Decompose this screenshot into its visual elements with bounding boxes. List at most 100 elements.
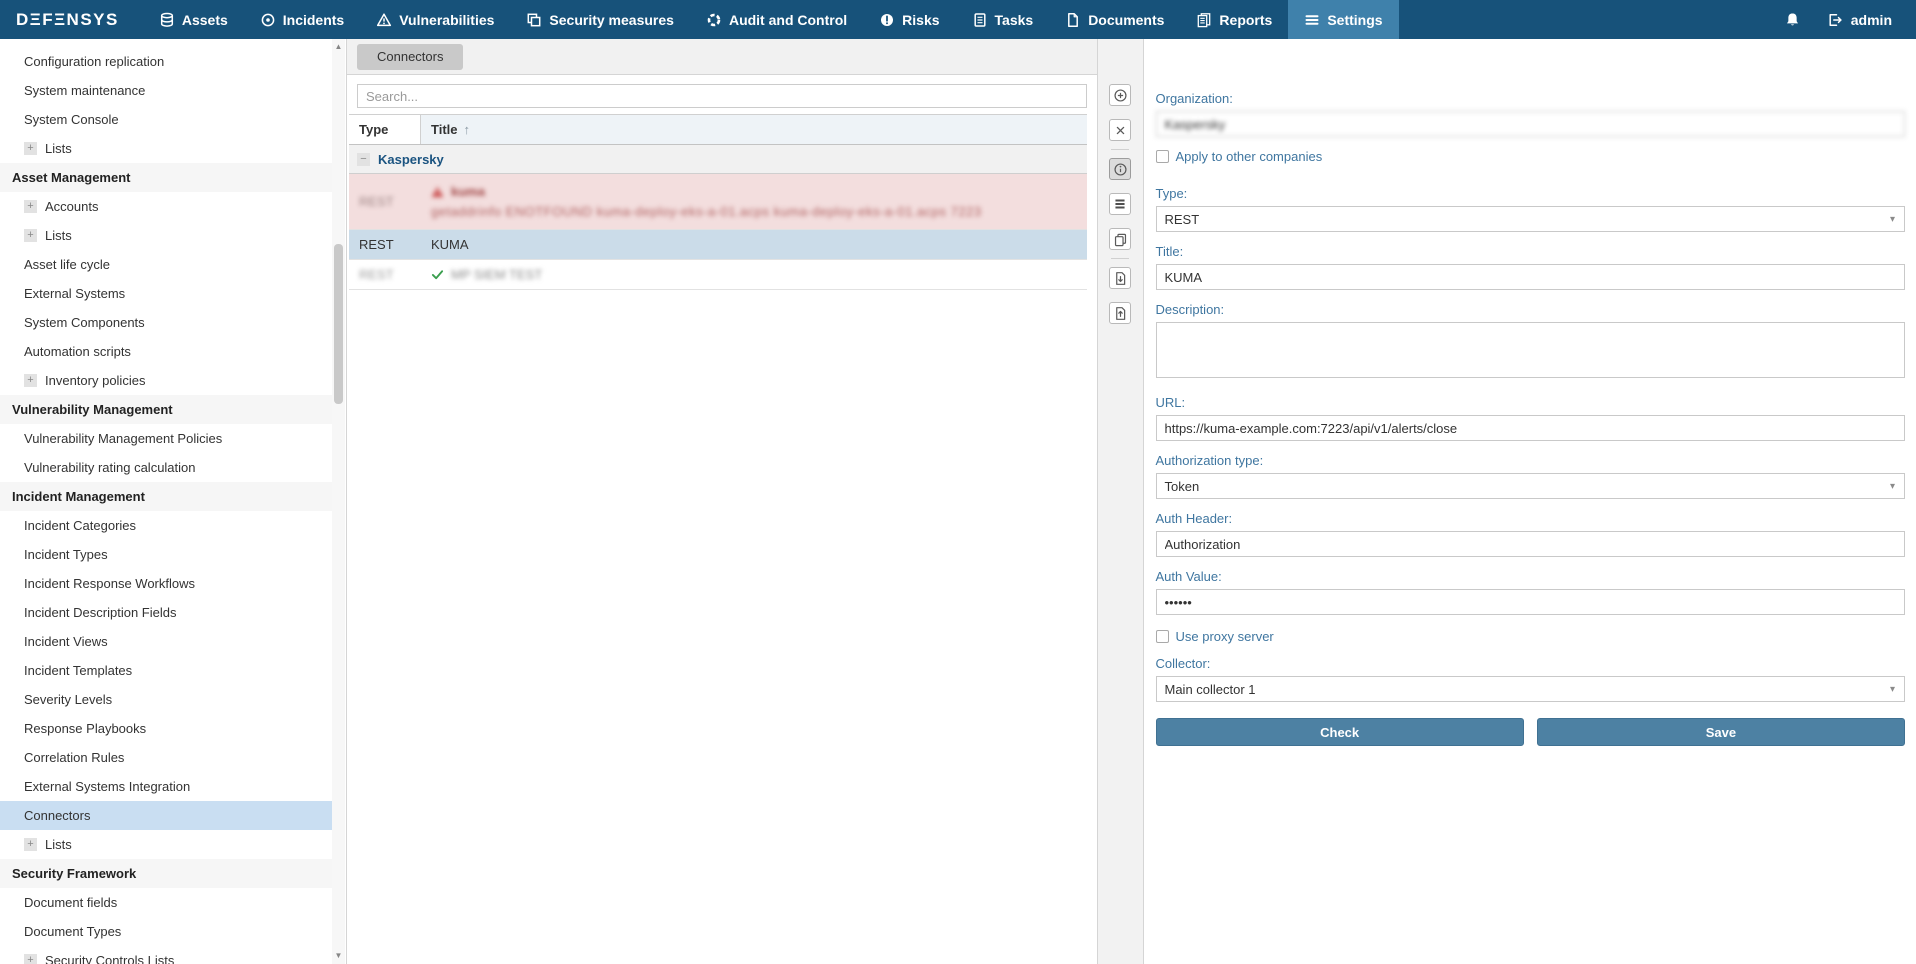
collector-select[interactable]: Main collector 1 ▾ — [1156, 676, 1906, 702]
scroll-down-icon[interactable]: ▼ — [332, 950, 345, 962]
expand-icon[interactable]: + — [24, 142, 37, 155]
nav-item-risks[interactable]: Risks — [863, 0, 955, 39]
sidebar-item-label: Document fields — [24, 895, 117, 910]
tab-bar: Connectors — [347, 39, 1097, 75]
sidebar-item-security-controls-lists[interactable]: + Security Controls Lists — [0, 946, 333, 964]
check-button[interactable]: Check — [1156, 718, 1524, 746]
sidebar-item-external-systems[interactable]: External Systems — [0, 279, 333, 308]
expand-icon[interactable]: + — [24, 954, 37, 964]
organization-field[interactable] — [1156, 111, 1906, 137]
export-button[interactable] — [1109, 267, 1131, 289]
collector-value: Main collector 1 — [1165, 682, 1256, 697]
nav-item-label: Risks — [902, 12, 939, 28]
scrollbar-thumb[interactable] — [334, 244, 343, 404]
nav-item-audit-and-control[interactable]: Audit and Control — [690, 0, 863, 39]
toolbar-separator — [1111, 258, 1129, 259]
list-button[interactable] — [1109, 193, 1131, 215]
expand-icon[interactable]: + — [24, 374, 37, 387]
type-select[interactable]: REST ▾ — [1156, 206, 1906, 232]
column-header-type[interactable]: Type — [349, 115, 421, 144]
sidebar-item-automation-scripts[interactable]: Automation scripts — [0, 337, 333, 366]
sidebar-item-system-console[interactable]: System Console — [0, 105, 333, 134]
search-input[interactable] — [357, 84, 1087, 108]
table-row-selected[interactable]: REST KUMA — [349, 230, 1087, 260]
nav-item-settings[interactable]: Settings — [1288, 0, 1398, 39]
sidebar-item-incident-categories[interactable]: Incident Categories — [0, 511, 333, 540]
nav-item-security-measures[interactable]: Security measures — [510, 0, 690, 39]
sidebar-item-correlation-rules[interactable]: Correlation Rules — [0, 743, 333, 772]
sidebar-item-external-systems-integration[interactable]: External Systems Integration — [0, 772, 333, 801]
auth-header-field[interactable] — [1156, 531, 1906, 557]
sidebar-item-response-playbooks[interactable]: Response Playbooks — [0, 714, 333, 743]
expand-icon[interactable]: + — [24, 200, 37, 213]
authorization-type-select[interactable]: Token ▾ — [1156, 473, 1906, 499]
sidebar-item-severity-levels[interactable]: Severity Levels — [0, 685, 333, 714]
nav-item-incidents[interactable]: Incidents — [244, 0, 360, 39]
sidebar-item-incident-types[interactable]: Incident Types — [0, 540, 333, 569]
connector-error-message: getaddrinfo ENOTFOUND kuma-deploy-eks-a-… — [431, 204, 982, 219]
nav-item-label: Audit and Control — [729, 12, 847, 28]
nav-item-vulnerabilities[interactable]: Vulnerabilities — [360, 0, 510, 39]
sidebar-item-lists[interactable]: +Lists — [0, 830, 333, 859]
column-header-title[interactable]: Title ↑ — [421, 115, 1087, 144]
bell-icon[interactable] — [1784, 11, 1801, 28]
sidebar-item-lists[interactable]: +Lists — [0, 221, 333, 250]
sidebar-item-document-types[interactable]: Document Types — [0, 917, 333, 946]
nav-item-label: Settings — [1327, 12, 1382, 28]
sidebar-item-lists[interactable]: +Lists — [0, 134, 333, 163]
table-group-kaspersky[interactable]: − Kaspersky — [349, 145, 1087, 174]
sidebar-item-vulnerability-management-policies[interactable]: Vulnerability Management Policies — [0, 424, 333, 453]
document-icon — [1065, 12, 1081, 28]
expand-icon[interactable]: + — [24, 229, 37, 242]
tab-connectors[interactable]: Connectors — [357, 44, 463, 70]
apply-to-other-companies-checkbox[interactable] — [1156, 150, 1169, 163]
sidebar-item-system-components[interactable]: System Components — [0, 308, 333, 337]
sidebar-item-inventory-policies[interactable]: +Inventory policies — [0, 366, 333, 395]
sidebar-item-system-maintenance[interactable]: System maintenance — [0, 76, 333, 105]
use-proxy-server-checkbox[interactable] — [1156, 630, 1169, 643]
sidebar-item-asset-life-cycle[interactable]: Asset life cycle — [0, 250, 333, 279]
sidebar-item-incident-views[interactable]: Incident Views — [0, 627, 333, 656]
table-row[interactable]: REST kuma getaddrinfo ENOTFOUND kuma-dep… — [349, 174, 1087, 230]
nav-item-documents[interactable]: Documents — [1049, 0, 1180, 39]
sidebar-scrollbar[interactable]: ▲ ▼ — [332, 39, 345, 964]
use-proxy-server-label: Use proxy server — [1176, 629, 1274, 644]
sidebar-section-incident-management: Incident Management — [0, 482, 333, 511]
nav-item-label: Tasks — [995, 12, 1034, 28]
sidebar-item-accounts[interactable]: +Accounts — [0, 192, 333, 221]
title-field[interactable] — [1156, 264, 1906, 290]
save-button[interactable]: Save — [1537, 718, 1905, 746]
nav-item-assets[interactable]: Assets — [143, 0, 244, 39]
sidebar-item-incident-description-fields[interactable]: Incident Description Fields — [0, 598, 333, 627]
auth-header-label: Auth Header: — [1156, 511, 1906, 526]
sidebar-item-connectors[interactable]: Connectors — [0, 801, 333, 830]
auth-value-field[interactable] — [1156, 589, 1906, 615]
scroll-up-icon[interactable]: ▲ — [332, 41, 345, 53]
user-menu[interactable]: admin — [1827, 12, 1892, 28]
list-icon — [1113, 197, 1127, 211]
sidebar-item-incident-response-workflows[interactable]: Incident Response Workflows — [0, 569, 333, 598]
sidebar-item-label: External Systems Integration — [24, 779, 190, 794]
sidebar-item-label: Security Controls Lists — [45, 953, 174, 964]
table-row[interactable]: REST MP SIEM TEST — [349, 260, 1087, 290]
description-field[interactable] — [1156, 322, 1906, 378]
delete-button[interactable] — [1109, 119, 1131, 141]
logout-icon — [1827, 12, 1843, 28]
nav-item-tasks[interactable]: Tasks — [956, 0, 1050, 39]
panels-icon — [526, 12, 542, 28]
sidebar-item-document-fields[interactable]: Document fields — [0, 888, 333, 917]
collapse-icon[interactable]: − — [357, 153, 370, 166]
expand-icon[interactable]: + — [24, 838, 37, 851]
toolbar-separator — [1111, 149, 1129, 150]
sidebar-item-vulnerability-rating-calculation[interactable]: Vulnerability rating calculation — [0, 453, 333, 482]
url-field[interactable] — [1156, 415, 1906, 441]
auth-value-label: Auth Value: — [1156, 569, 1906, 584]
close-icon — [1114, 124, 1127, 137]
sidebar-item-configuration-replication[interactable]: Configuration replication — [0, 47, 333, 76]
import-button[interactable] — [1109, 302, 1131, 324]
copy-button[interactable] — [1109, 228, 1131, 250]
add-button[interactable] — [1109, 84, 1131, 106]
nav-item-reports[interactable]: Reports — [1180, 0, 1288, 39]
sidebar-item-incident-templates[interactable]: Incident Templates — [0, 656, 333, 685]
info-button[interactable] — [1109, 158, 1131, 180]
